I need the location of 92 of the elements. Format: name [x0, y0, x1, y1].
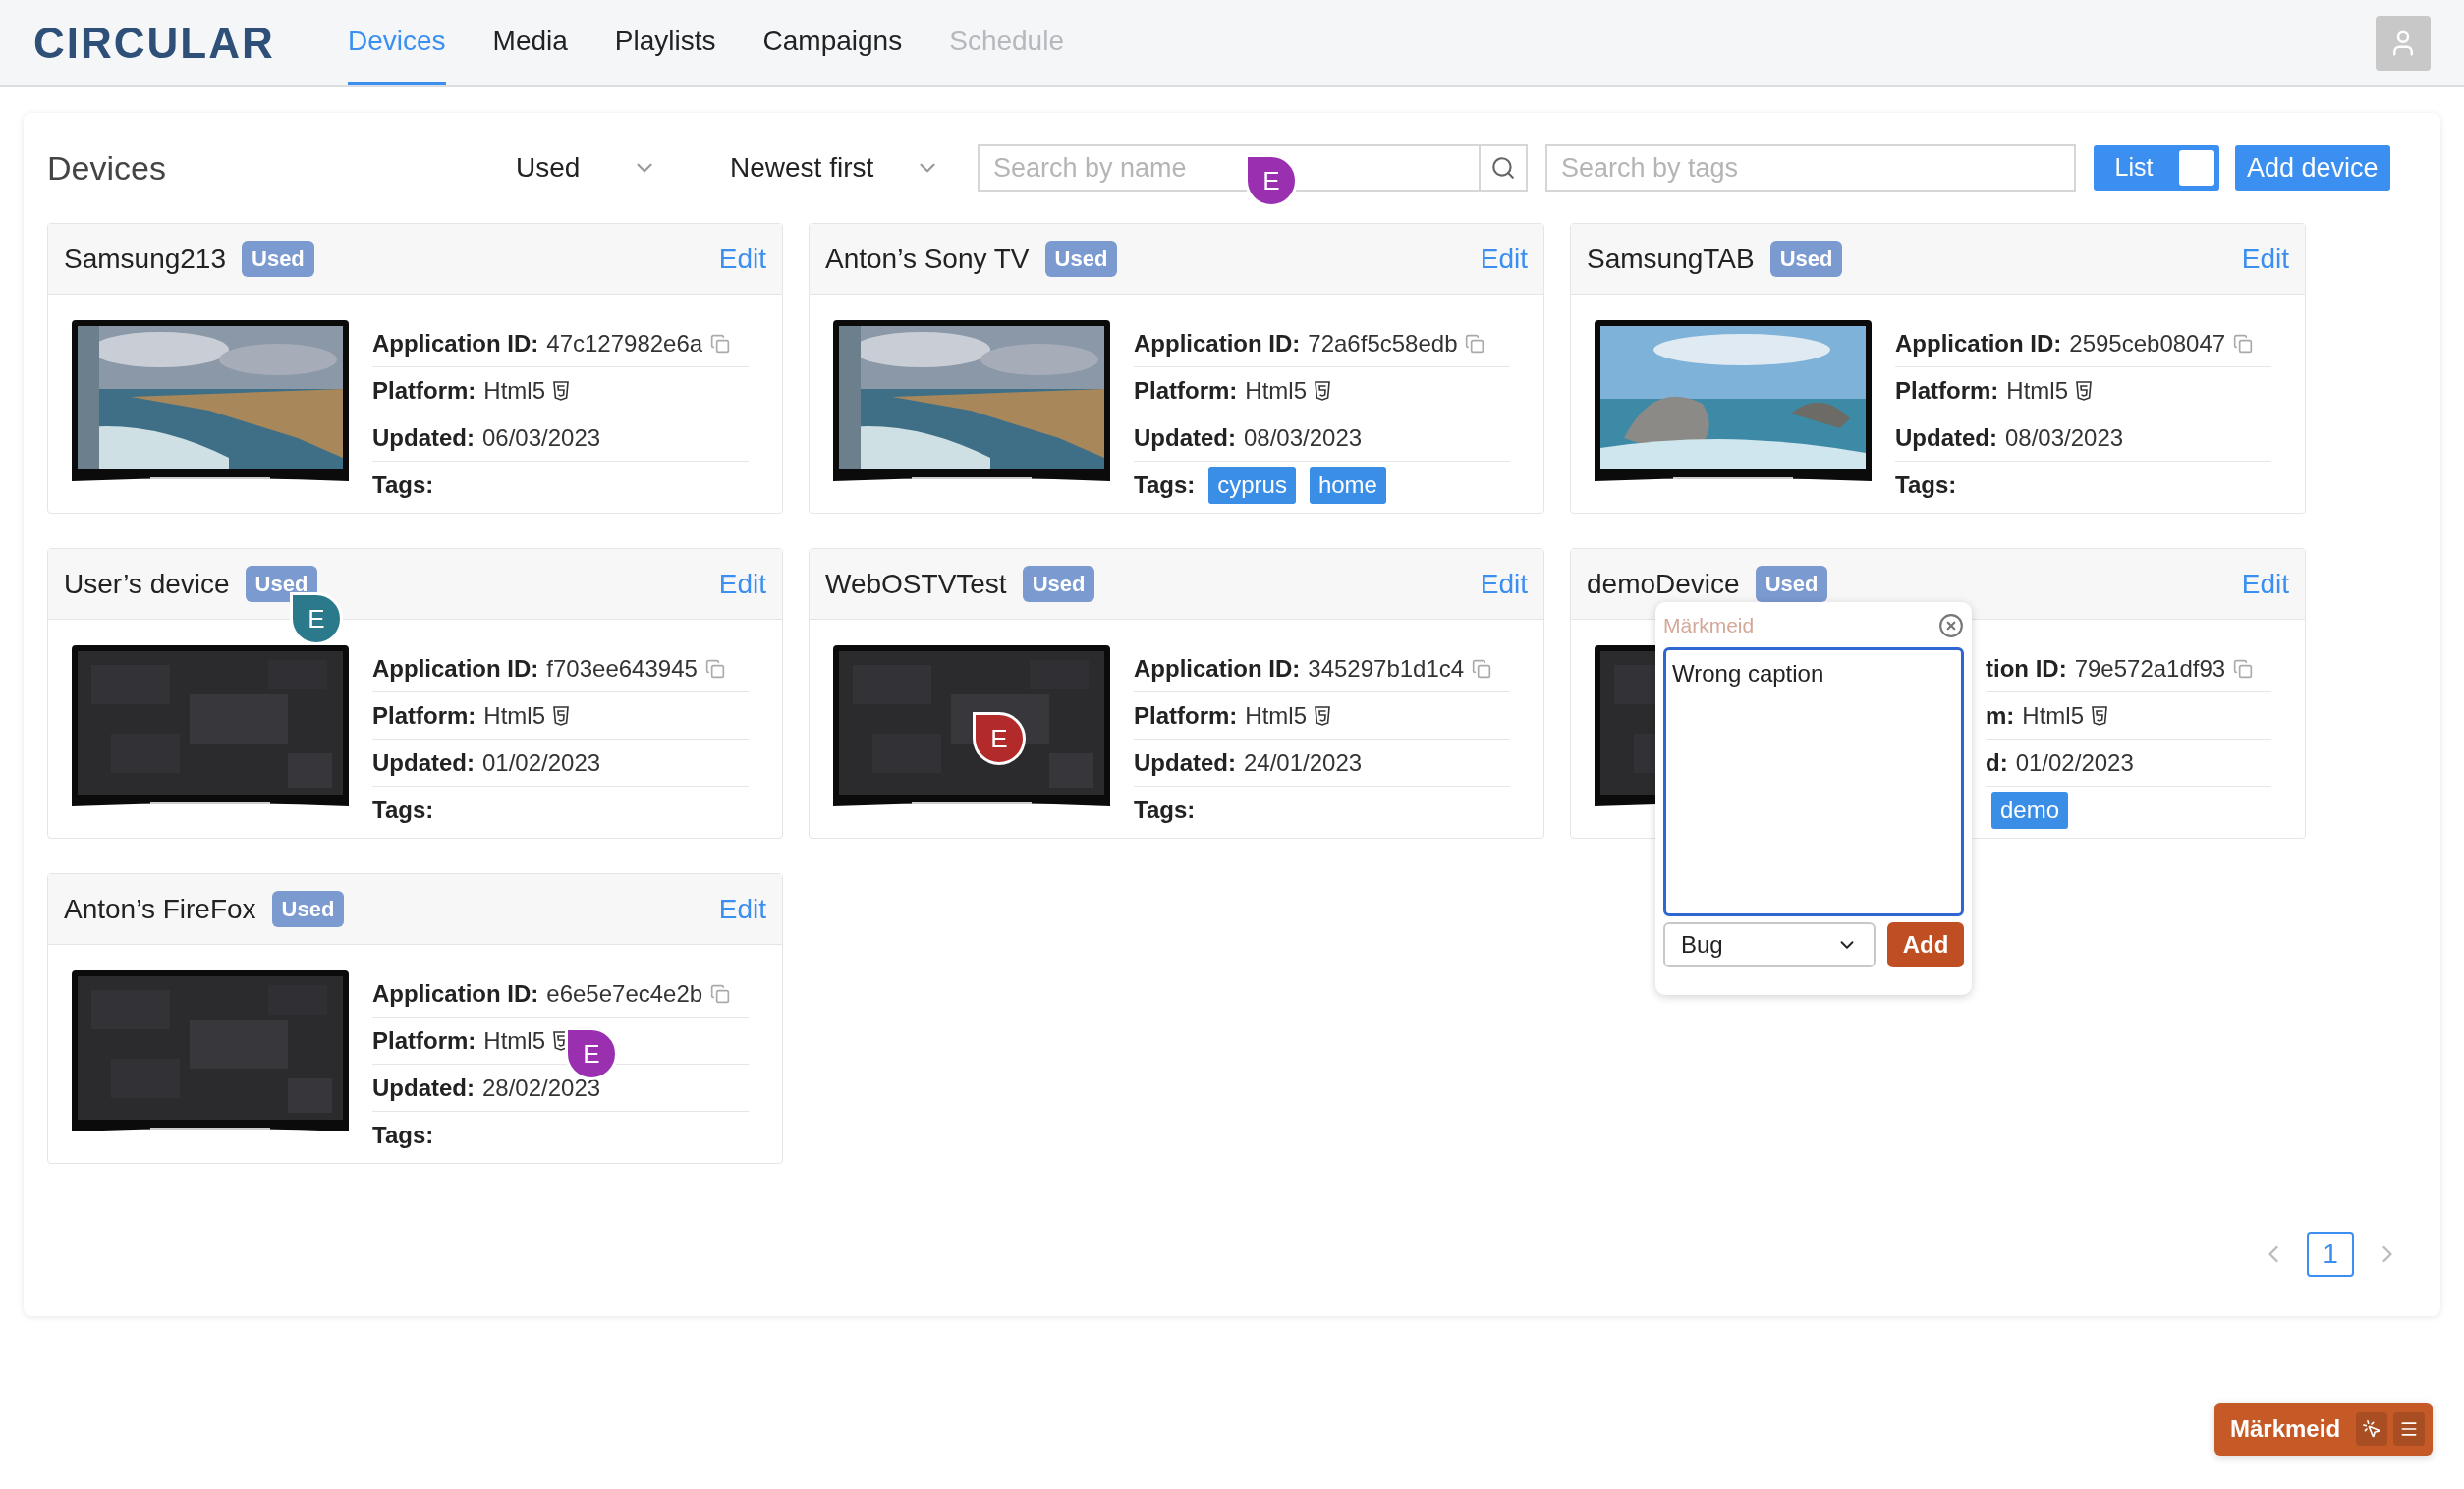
field-label: Application ID:: [1134, 328, 1301, 358]
annotation-pin[interactable]: E: [290, 592, 343, 645]
status-badge: Used: [1044, 241, 1118, 277]
logo: CIRCULAR: [33, 17, 276, 69]
field-value: 06/03/2023: [482, 422, 601, 453]
field-value: Html5: [483, 1025, 545, 1056]
list-toggle[interactable]: List: [2094, 145, 2219, 191]
field-label: Platform:: [372, 375, 476, 406]
field-label: Application ID:: [1134, 653, 1301, 684]
edit-link[interactable]: Edit: [2241, 563, 2289, 605]
field-value: Html5: [483, 375, 545, 406]
field-label: Updated:: [372, 747, 475, 778]
field-label: Platform:: [1134, 700, 1238, 731]
status-badge: Used: [1769, 241, 1843, 277]
page-title: Devices: [47, 147, 167, 189]
field-value: Html5: [483, 700, 545, 731]
nav-tab[interactable]: Playlists: [614, 0, 716, 85]
field-value: Html5: [2022, 700, 2084, 731]
field-label: Tags:: [372, 470, 434, 500]
edit-link[interactable]: Edit: [1480, 563, 1528, 605]
field-value: 2595ceb08047: [2069, 328, 2226, 358]
device-name: SamsungTAB: [1587, 242, 1755, 276]
field-value: 08/03/2023: [2005, 422, 2124, 453]
field-value: 47c127982e6a: [546, 328, 703, 358]
field-label: Tags:: [372, 796, 434, 825]
note-textarea[interactable]: Wrong caption: [1663, 647, 1964, 916]
status-badge: Used: [1022, 566, 1095, 602]
field-label: d:: [1986, 747, 2008, 778]
field-label: Tags:: [1134, 470, 1196, 500]
edit-link[interactable]: Edit: [718, 238, 766, 280]
field-label: Platform:: [372, 1025, 476, 1056]
field-value: 01/02/2023: [482, 747, 601, 778]
device-name: demoDevice: [1587, 567, 1740, 601]
field-label: Tags:: [1134, 796, 1196, 825]
field-label: Tags:: [1895, 470, 1957, 500]
field-value: 72a6f5c58edb: [1308, 328, 1458, 358]
field-label: Application ID:: [372, 653, 539, 684]
tag-chip[interactable]: demo: [1991, 792, 2069, 829]
field-label: Updated:: [1134, 422, 1236, 453]
field-value: 24/01/2023: [1244, 747, 1363, 778]
field-label: Tags:: [372, 1121, 434, 1150]
field-value: e6e5e7ec4e2b: [546, 978, 703, 1009]
nav-tab[interactable]: Devices: [348, 0, 446, 85]
field-value: 345297b1d1c4: [1308, 653, 1465, 684]
field-label: Platform:: [1134, 375, 1238, 406]
status-filter[interactable]: Used: [514, 147, 671, 189]
field-value: 08/03/2023: [1244, 422, 1363, 453]
category-select[interactable]: Bug: [1663, 922, 1876, 967]
widget-label: Märkmeid: [2230, 1414, 2342, 1444]
popup-title: Märkmeid: [1663, 613, 1755, 639]
field-label: Platform:: [372, 700, 476, 731]
field-label: tion ID:: [1986, 653, 2067, 684]
device-name: Anton’s Sony TV: [825, 242, 1030, 276]
tag-chip[interactable]: cyprus: [1208, 467, 1296, 504]
field-value: Html5: [2006, 375, 2068, 406]
tag-search-field[interactable]: Search by tags: [1545, 144, 2076, 192]
add-device-button[interactable]: Add device: [2235, 145, 2390, 191]
annotation-pin[interactable]: E: [565, 1027, 618, 1080]
tag-chip[interactable]: home: [1309, 467, 1386, 504]
device-name: User’s device: [64, 567, 230, 601]
field-label: Application ID:: [372, 328, 539, 358]
nav-tab[interactable]: Media: [492, 0, 568, 85]
annotation-pin[interactable]: E: [1245, 154, 1298, 207]
status-badge: Used: [271, 891, 345, 927]
edit-link[interactable]: Edit: [1480, 238, 1528, 280]
page-number[interactable]: 1: [2307, 1232, 2354, 1277]
field-label: Platform:: [1895, 375, 1999, 406]
field-label: Application ID:: [1895, 328, 2062, 358]
field-label: Updated:: [372, 1073, 475, 1103]
field-label: Updated:: [372, 422, 475, 453]
field-label: Updated:: [1895, 422, 1997, 453]
toggle-label: List: [2113, 152, 2155, 184]
edit-link[interactable]: Edit: [718, 888, 766, 930]
nav-tab[interactable]: Campaigns: [762, 0, 903, 85]
status-badge: Used: [242, 241, 314, 277]
device-name: Samsung213: [64, 242, 226, 276]
edit-link[interactable]: Edit: [2241, 238, 2289, 280]
status-badge: Used: [1755, 566, 1828, 602]
field-label: Updated:: [1134, 747, 1236, 778]
device-name: Anton’s FireFox: [64, 892, 256, 926]
field-value: Html5: [1245, 375, 1307, 406]
device-name: WebOSTVTest: [825, 567, 1007, 601]
field-label: Application ID:: [372, 978, 539, 1009]
field-value: 79e572a1df93: [2074, 653, 2226, 684]
edit-link[interactable]: Edit: [718, 563, 766, 605]
markmeid-widget[interactable]: Märkmeid: [2214, 1403, 2433, 1456]
sort-dropdown[interactable]: Newest first: [730, 147, 946, 189]
field-value: Html5: [1245, 700, 1307, 731]
field-value: 01/02/2023: [2015, 747, 2134, 778]
add-button[interactable]: Add: [1887, 922, 1964, 967]
field-label: m:: [1986, 700, 2015, 731]
field-value: f703ee643945: [546, 653, 698, 684]
